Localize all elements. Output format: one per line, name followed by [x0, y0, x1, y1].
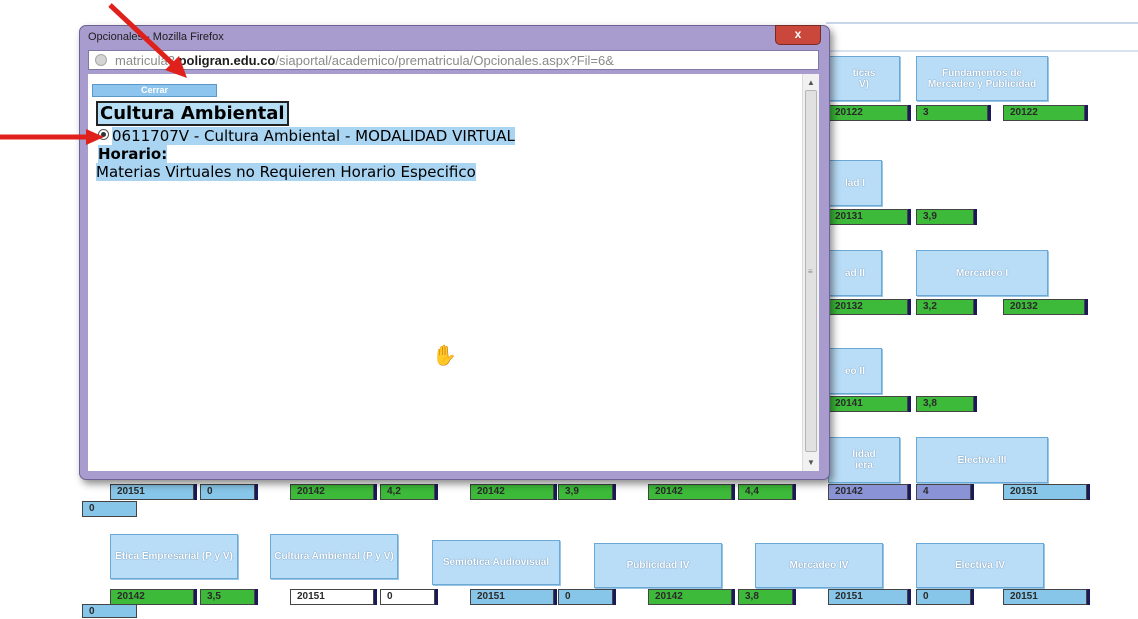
course-label: Cultura Ambiental (P y V): [274, 551, 394, 562]
grade-cell: 0: [82, 501, 137, 517]
course-button-partial[interactable]: ticas V): [828, 56, 900, 101]
course-button-electiva-iii[interactable]: Electiva III: [916, 437, 1048, 483]
course-button-etica[interactable]: Etica Empresarial (P y V): [110, 534, 238, 579]
course-label: Etica Empresarial (P y V): [115, 551, 233, 562]
grade-cell: 20151: [828, 589, 911, 605]
grade-cell: 20151: [110, 484, 197, 500]
course-button-publicidad-iv[interactable]: Publicidad IV: [594, 543, 722, 588]
course-button-partial[interactable]: lad I: [828, 160, 882, 206]
grade-cell: 4: [916, 484, 974, 500]
course-button-partial[interactable]: lidad iera: [828, 437, 900, 483]
divider: [826, 50, 1138, 52]
divider: [826, 22, 1138, 24]
grade-cell: 3,9: [558, 484, 616, 500]
grade-cell: 20131: [828, 209, 911, 225]
scroll-up-icon[interactable]: ▲: [807, 78, 815, 87]
grade-cell: 20132: [1003, 299, 1088, 315]
grade-cell: 0: [82, 604, 137, 618]
course-label: Electiva III: [957, 454, 1007, 466]
grade-cell: 20142: [648, 484, 735, 500]
grade-cell: 0: [380, 589, 438, 605]
scrollbar-thumb[interactable]: ≡: [805, 90, 817, 452]
grade-cell: 3,2: [916, 299, 977, 315]
course-label: Mercadeo I: [955, 267, 1009, 279]
grade-cell: 4,2: [380, 484, 438, 500]
course-label: lad I: [844, 177, 865, 189]
scroll-down-icon[interactable]: ▼: [807, 458, 815, 467]
address-bar[interactable]: matricula3.poligran.edu.co/siaportal/aca…: [88, 50, 819, 70]
grade-cell: 0: [916, 589, 974, 605]
popup-window: Opcionales - Mozilla Firefox x matricula…: [79, 25, 830, 480]
window-close-button[interactable]: x: [775, 25, 821, 45]
grade-cell: 3,5: [200, 589, 258, 605]
option-label: 0611707V - Cultura Ambiental - MODALIDAD…: [112, 127, 515, 145]
grade-cell: 0: [558, 589, 616, 605]
grade-cell: 20142: [470, 484, 557, 500]
annotation-arrow-left: [0, 129, 104, 145]
grade-cell: 20151: [1003, 589, 1090, 605]
course-label: eo II: [844, 365, 865, 377]
course-button-fundamentos[interactable]: Fundamentos de Mercadeo y Publicidad: [916, 56, 1048, 101]
course-button-partial[interactable]: ad II: [828, 250, 882, 296]
grade-cell: 3: [916, 105, 991, 121]
course-title: Cultura Ambiental: [96, 101, 289, 126]
course-label: Publicidad IV: [626, 560, 690, 571]
course-button-semiotica[interactable]: Semiótica Audiovisual: [432, 540, 560, 585]
grade-cell: 20142: [648, 589, 735, 605]
course-button-mercadeo-iv[interactable]: Mercadeo IV: [755, 543, 883, 588]
course-label: Semiótica Audiovisual: [442, 557, 550, 568]
course-label: ad II: [844, 267, 865, 279]
course-button-mercadeo-i[interactable]: Mercadeo I: [916, 250, 1048, 296]
grade-cell: 20122: [828, 105, 911, 121]
course-button-partial[interactable]: eo II: [828, 348, 882, 394]
grip-icon: ≡: [808, 267, 813, 276]
grade-cell: 20151: [290, 589, 377, 605]
grade-cell: 3,8: [738, 589, 796, 605]
grade-cell: 20142: [828, 484, 911, 500]
grade-cell: 20122: [1003, 105, 1088, 121]
hand-cursor-icon: ✋: [432, 345, 457, 367]
grade-cell: 0: [200, 484, 258, 500]
course-option[interactable]: 0611707V - Cultura Ambiental - MODALIDAD…: [98, 127, 515, 145]
grade-cell: 3,8: [916, 396, 977, 412]
schedule-label: Horario:: [98, 145, 168, 163]
popup-content: Cerrar Cultura Ambiental 0611707V - Cult…: [88, 74, 819, 471]
course-label: Mercadeo IV: [789, 560, 849, 571]
grade-cell: 4,4: [738, 484, 796, 500]
course-button-cultura[interactable]: Cultura Ambiental (P y V): [270, 534, 398, 579]
annotation-arrow-top: [108, 3, 187, 78]
schedule-text: Materias Virtuales no Requieren Horario …: [96, 163, 476, 181]
course-label: Fundamentos de Mercadeo y Publicidad: [927, 67, 1037, 90]
course-label: lidad iera: [852, 449, 876, 471]
grade-cell: 20132: [828, 299, 911, 315]
vertical-scrollbar[interactable]: ▲ ≡ ▼: [802, 74, 819, 471]
course-label: Electiva IV: [954, 560, 1006, 571]
course-label: ticas V): [852, 67, 876, 90]
grade-cell: 20151: [1003, 484, 1090, 500]
grade-cell: 20151: [470, 589, 557, 605]
course-button-electiva-iv[interactable]: Electiva IV: [916, 543, 1044, 588]
grade-cell: 3,9: [916, 209, 977, 225]
grade-cell: 20142: [110, 589, 197, 605]
grade-cell: 20142: [290, 484, 377, 500]
grade-cell: 20141: [828, 396, 911, 412]
